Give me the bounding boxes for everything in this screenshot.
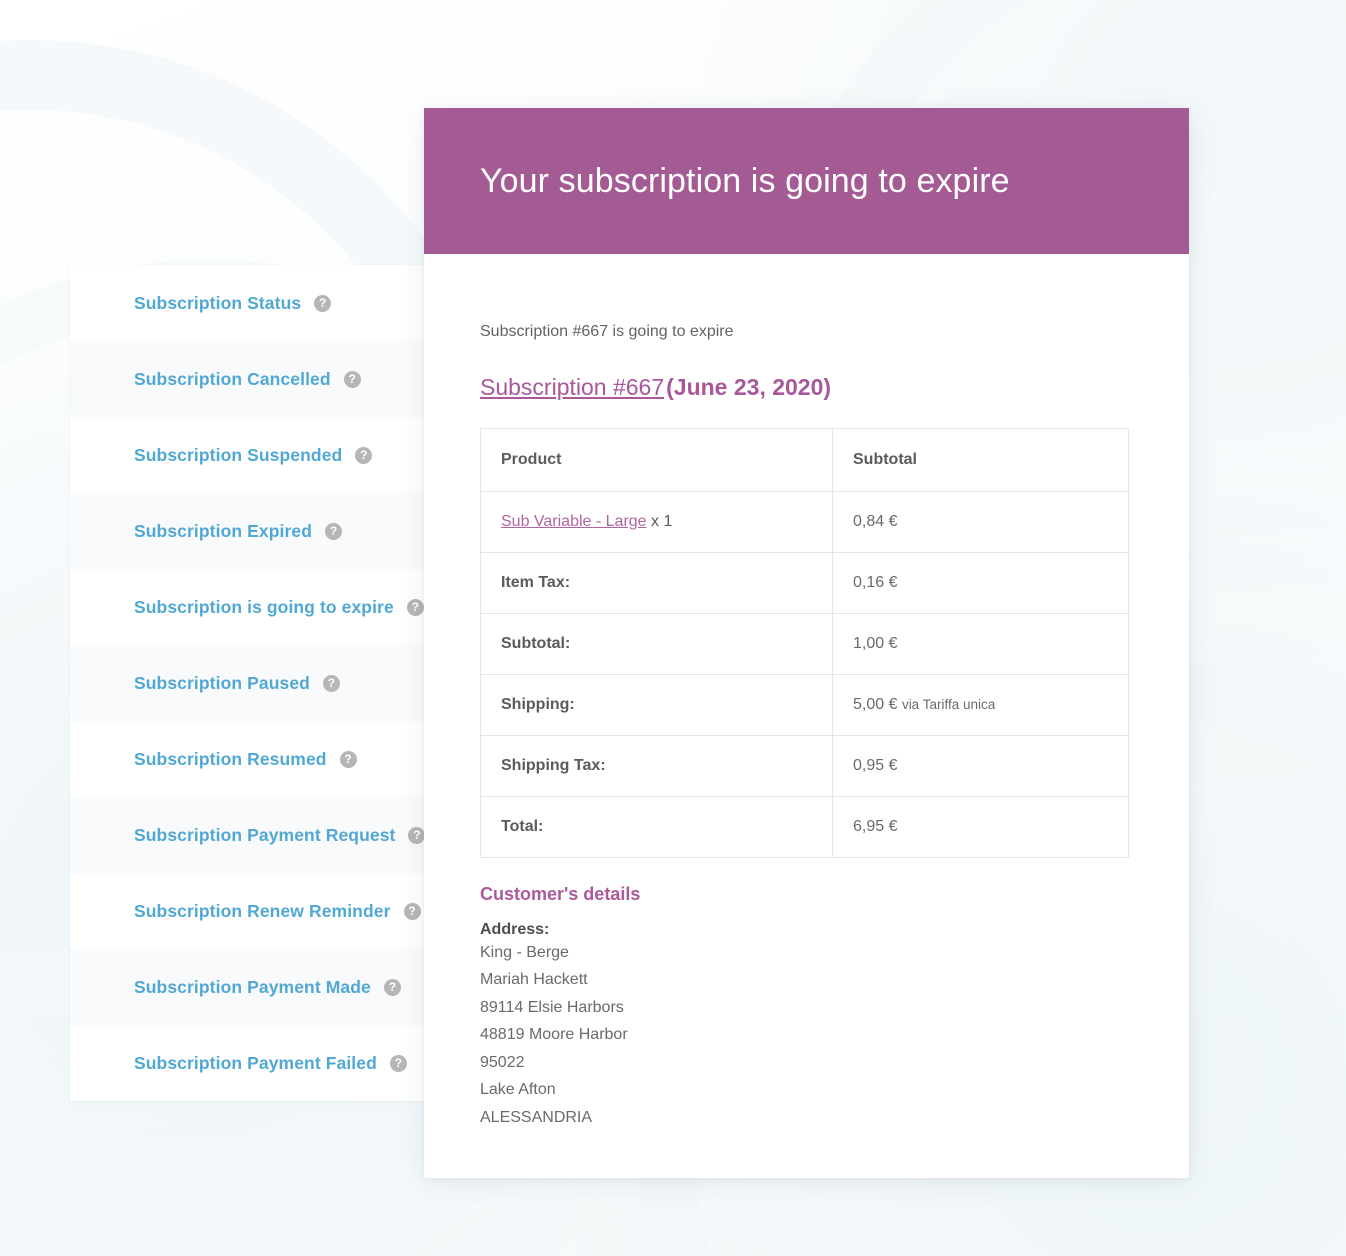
help-circle-icon[interactable]: ?	[314, 294, 332, 312]
product-subtotal-cell: 0,84 €	[832, 490, 1129, 553]
help-circle-icon[interactable]: ?	[343, 370, 361, 388]
subscription-emails-settings-panel: Subscription Status ? Subscription Cance…	[70, 265, 456, 1101]
email-header-banner: Your subscription is going to expire	[424, 108, 1189, 254]
help-circle-icon[interactable]: ?	[325, 522, 342, 540]
row-label-shipping-tax: Shipping Tax:	[480, 734, 833, 797]
sidebar-item-label: Subscription Payment Failed	[134, 1052, 377, 1073]
sidebar-item-subscription-suspended[interactable]: Subscription Suspended ?	[70, 417, 456, 493]
help-circle-icon[interactable]: ?	[383, 978, 401, 996]
sidebar-item-label: Subscription Payment Made	[134, 976, 371, 997]
order-summary-table: Product Subtotal Sub Variable - Large x …	[480, 427, 1129, 858]
address-line: King - Berge	[480, 943, 569, 961]
subscription-date: (June 23, 2020)	[666, 374, 832, 400]
email-title: Your subscription is going to expire	[480, 161, 1010, 200]
sidebar-item-subscription-resumed[interactable]: Subscription Resumed ?	[70, 721, 456, 797]
subscription-link[interactable]: Subscription #667	[480, 374, 664, 400]
help-circle-icon[interactable]: ?	[408, 826, 426, 844]
customer-details-heading: Customer's details	[480, 883, 641, 904]
row-value-shipping-tax: 0,95 €	[832, 734, 1129, 797]
row-label-subtotal: Subtotal:	[480, 612, 833, 675]
sidebar-item-subscription-status[interactable]: Subscription Status ?	[70, 265, 456, 341]
address-line: Lake Afton	[480, 1081, 556, 1099]
shipping-method: via Tariffa unica	[901, 696, 996, 712]
order-table-body: Sub Variable - Large x 1 0,84 € Item Tax…	[480, 490, 1129, 858]
row-value-total: 6,95 €	[832, 795, 1129, 858]
help-circle-icon[interactable]: ?	[322, 674, 340, 692]
sidebar-item-label: Subscription Payment Request	[134, 824, 396, 845]
sidebar-item-subscription-payment-failed[interactable]: Subscription Payment Failed ?	[70, 1025, 456, 1101]
row-label-total: Total:	[480, 795, 833, 858]
help-circle-icon[interactable]: ?	[339, 750, 357, 768]
sidebar-item-label: Subscription Renew Reminder	[134, 900, 391, 921]
column-header-product: Product	[480, 427, 833, 492]
product-quantity: x 1	[651, 512, 673, 530]
address-line: 95022	[480, 1053, 525, 1071]
customer-details-section: Customer's details Address: King - Berge…	[480, 884, 1133, 1132]
table-row: Subtotal: 1,00 €	[480, 612, 1129, 675]
sidebar-item-label: Subscription Suspended	[134, 444, 343, 465]
table-row: Total: 6,95 €	[480, 795, 1129, 858]
product-cell: Sub Variable - Large x 1	[480, 490, 833, 553]
email-body: Subscription #667 is going to expire Sub…	[424, 254, 1189, 1178]
sidebar-item-label: Subscription Paused	[134, 672, 310, 693]
help-circle-icon[interactable]: ?	[389, 1054, 407, 1072]
address-line: Mariah Hackett	[480, 971, 588, 989]
sidebar-item-label: Subscription Expired	[134, 520, 312, 541]
help-circle-icon[interactable]: ?	[403, 902, 421, 920]
sidebar-item-label: Subscription Cancelled	[134, 368, 331, 389]
address-line: 48819 Moore Harbor	[480, 1026, 628, 1044]
row-value-subtotal: 1,00 €	[832, 612, 1129, 675]
column-header-subtotal: Subtotal	[832, 427, 1129, 492]
sidebar-item-subscription-paused[interactable]: Subscription Paused ?	[70, 645, 456, 721]
sidebar-item-subscription-going-to-expire[interactable]: Subscription is going to expire ?	[70, 569, 456, 645]
shipping-amount: 5,00 €	[853, 695, 898, 713]
sidebar-item-subscription-payment-made[interactable]: Subscription Payment Made ?	[70, 949, 456, 1025]
table-row: Sub Variable - Large x 1 0,84 €	[480, 490, 1129, 553]
table-row: Shipping: 5,00 € via Tariffa unica	[480, 673, 1129, 736]
help-circle-icon[interactable]: ?	[355, 446, 373, 464]
address-label: Address:	[480, 920, 550, 938]
order-table-head: Product Subtotal	[480, 427, 1129, 492]
email-preview-card: Your subscription is going to expire Sub…	[424, 108, 1189, 1178]
subscription-heading: Subscription #667(June 23, 2020)	[480, 373, 1133, 403]
table-row: Item Tax: 0,16 €	[480, 551, 1129, 614]
address-line: ALESSANDRIA	[480, 1108, 593, 1126]
sidebar-item-label: Subscription is going to expire	[134, 596, 394, 617]
sidebar-item-subscription-cancelled[interactable]: Subscription Cancelled ?	[70, 341, 456, 417]
table-header-row: Product Subtotal	[480, 427, 1129, 492]
row-label-shipping: Shipping:	[480, 673, 833, 736]
sidebar-item-label: Subscription Resumed	[134, 748, 327, 769]
address-line: 89114 Elsie Harbors	[480, 998, 624, 1016]
row-value-item-tax: 0,16 €	[832, 551, 1129, 614]
table-row: Shipping Tax: 0,95 €	[480, 734, 1129, 797]
sidebar-item-subscription-expired[interactable]: Subscription Expired ?	[70, 493, 456, 569]
sidebar-item-label: Subscription Status	[134, 292, 302, 313]
row-label-item-tax: Item Tax:	[480, 551, 833, 614]
help-circle-icon[interactable]: ?	[406, 598, 424, 616]
sidebar-item-subscription-renew-reminder[interactable]: Subscription Renew Reminder ?	[70, 873, 456, 949]
email-intro-text: Subscription #667 is going to expire	[480, 323, 734, 340]
row-value-shipping: 5,00 € via Tariffa unica	[832, 673, 1129, 736]
sidebar-item-subscription-payment-request[interactable]: Subscription Payment Request ?	[70, 797, 456, 873]
product-link[interactable]: Sub Variable - Large	[501, 513, 647, 530]
